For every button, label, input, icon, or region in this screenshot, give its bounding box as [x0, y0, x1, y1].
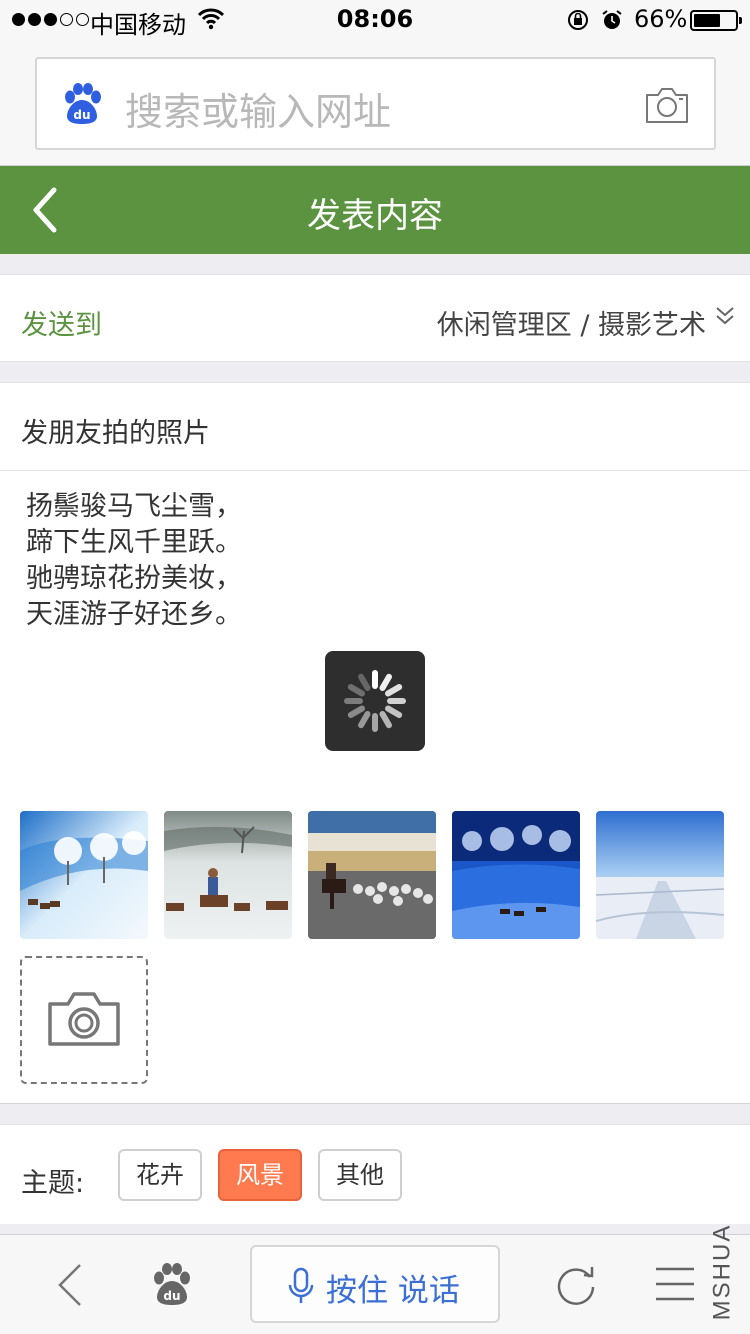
- watermark: MSHUA: [708, 1223, 736, 1321]
- winter-horses-photo[interactable]: [20, 811, 148, 939]
- send-to-row[interactable]: 发送到 休闲管理区 / 摄影艺术: [0, 274, 750, 362]
- camera-search-icon[interactable]: [644, 85, 690, 125]
- topic-scenery-button[interactable]: 风景: [218, 1149, 302, 1201]
- battery-percent: 66%: [634, 5, 688, 33]
- loading-spinner: [325, 651, 425, 751]
- poem-line: 扬鬃骏马飞尘雪，: [26, 491, 242, 522]
- app-header: 发表内容: [0, 166, 750, 254]
- topic-row: 主题: 花卉 风景 其他: [0, 1124, 750, 1224]
- search-input[interactable]: du 搜索或输入网址: [35, 57, 716, 150]
- baidu-home-icon[interactable]: du: [150, 1263, 194, 1307]
- camera-icon: [48, 992, 120, 1046]
- hold-to-talk-label: 按住 说话: [326, 1273, 460, 1309]
- spinner-icon: [344, 670, 406, 732]
- compose-panel: 发朋友拍的照片 扬鬃骏马飞尘雪， 蹄下生风千里跃。 驰骋琼花扮美妆， 天涯游子好…: [0, 382, 750, 1104]
- blue-forest-photo[interactable]: [452, 811, 580, 939]
- page-title: 发表内容: [307, 196, 443, 236]
- microphone-icon: [288, 1267, 314, 1303]
- search-placeholder: 搜索或输入网址: [125, 90, 392, 134]
- svg-text:du: du: [163, 1289, 180, 1303]
- baidu-paw-icon: du: [65, 83, 101, 124]
- topic-label: 主题:: [21, 1168, 85, 1199]
- battery-icon: [690, 10, 742, 31]
- poem-line: 蹄下生风千里跃。: [26, 527, 242, 558]
- rider-horses-photo[interactable]: [164, 811, 292, 939]
- add-photo-button[interactable]: [20, 956, 148, 1084]
- divider: [0, 470, 750, 471]
- poem-line: 驰骋琼花扮美妆，: [26, 563, 242, 594]
- double-chevron-down-icon[interactable]: [714, 305, 736, 327]
- forum-section-value[interactable]: 休闲管理区 / 摄影艺术: [437, 303, 706, 342]
- post-title-input[interactable]: 发朋友拍的照片: [21, 411, 210, 450]
- alarm-icon: [602, 10, 622, 29]
- refresh-icon[interactable]: [554, 1263, 598, 1307]
- poem-line: 天涯游子好还乡。: [26, 599, 242, 630]
- herder-sheep-photo[interactable]: [308, 811, 436, 939]
- browser-address-bar: du 搜索或输入网址: [0, 40, 750, 166]
- browser-back-icon[interactable]: [56, 1263, 86, 1307]
- topic-other-button[interactable]: 其他: [318, 1149, 402, 1201]
- snow-road-photo[interactable]: [596, 811, 724, 939]
- topic-flowers-button[interactable]: 花卉: [118, 1149, 202, 1201]
- hold-to-talk-button[interactable]: 按住 说话: [250, 1245, 500, 1323]
- browser-toolbar: du 按住 说话: [0, 1234, 750, 1334]
- rotation-lock-icon: [568, 10, 588, 30]
- photo-thumbnails: [20, 811, 740, 939]
- menu-icon[interactable]: [654, 1265, 696, 1303]
- send-to-label: 发送到: [21, 310, 102, 341]
- post-body-textarea[interactable]: 扬鬃骏马飞尘雪， 蹄下生风千里跃。 驰骋琼花扮美妆， 天涯游子好还乡。: [26, 489, 242, 633]
- svg-text:du: du: [73, 108, 90, 122]
- status-bar: 中国移动 08:06 66%: [0, 0, 750, 40]
